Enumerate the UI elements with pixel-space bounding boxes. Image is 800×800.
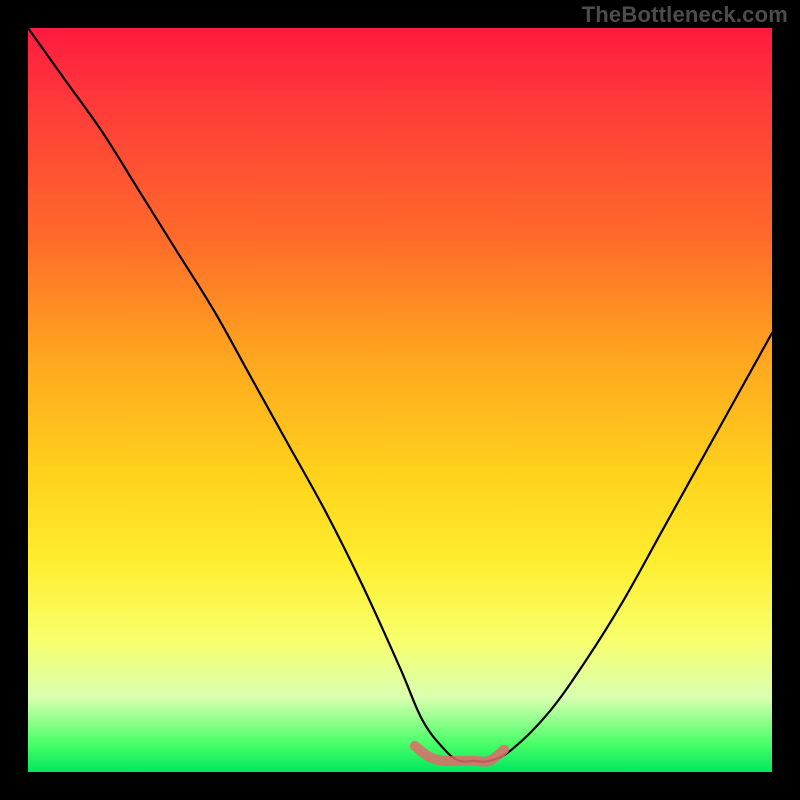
plot-area [28,28,772,772]
minimum-marker [415,746,504,762]
curve-svg [28,28,772,772]
bottleneck-curve [28,28,772,762]
watermark-text: TheBottleneck.com [582,2,788,28]
chart-container: TheBottleneck.com [0,0,800,800]
